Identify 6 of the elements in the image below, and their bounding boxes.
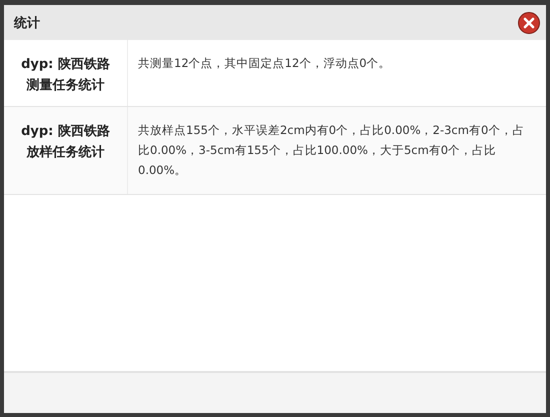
close-icon[interactable] bbox=[518, 12, 540, 34]
task-label: dyp: 陕西铁路测量任务统计 bbox=[20, 56, 111, 95]
window-title: 统计 bbox=[14, 14, 40, 32]
task-label: dyp: 陕西铁路放样任务统计 bbox=[20, 123, 111, 162]
statistics-text: 共测量12个点，其中固定点12个，浮动点0个。 bbox=[137, 55, 392, 72]
statistics-text: 共放样点155个，水平误差2cm内有0个，占比0.00%，2-3cm有0个，占比0.00%，3-5cm有155个，占比100.00%，大于5cm有0个，占比0.00%。 bbox=[137, 122, 526, 179]
